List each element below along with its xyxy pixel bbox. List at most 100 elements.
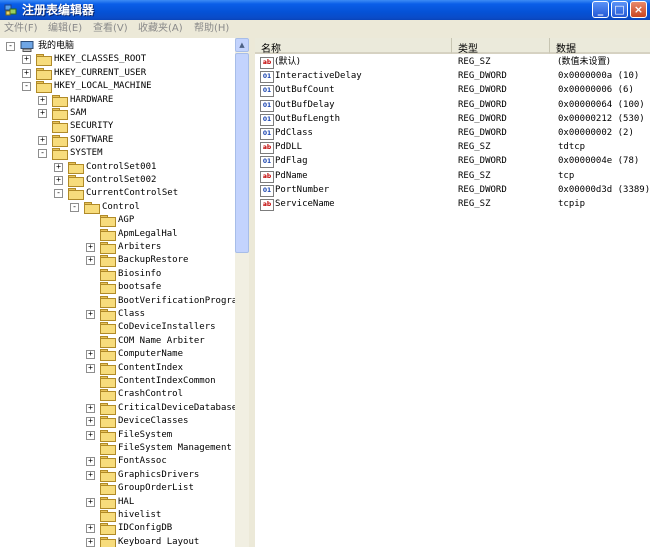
value-name: PdClass <box>275 128 313 138</box>
expand-icon[interactable]: + <box>22 55 31 65</box>
tree-node-label: Biosinfo <box>118 268 162 279</box>
value-row[interactable]: 01 OutBufDelay REG_DWORD 0x00000064 (100) <box>255 98 650 112</box>
tree-scrollbar[interactable]: ▲ <box>235 38 249 547</box>
value-name: OutBufLength <box>275 113 341 124</box>
values-list[interactable]: 名称 类型 数据 ab (默认) REG_SZ (数值未设置) 01 Interactiv… <box>255 38 650 547</box>
folder-icon <box>100 376 116 388</box>
expand-icon[interactable]: + <box>54 162 63 172</box>
collapse-icon[interactable]: - <box>6 42 15 51</box>
folder-icon <box>100 268 116 281</box>
expand-icon[interactable]: + <box>86 363 95 373</box>
folder-icon <box>100 242 116 254</box>
string-value-icon: ab <box>260 170 274 183</box>
folder-icon <box>100 523 116 536</box>
value-row[interactable]: 01 OutBufCount REG_DWORD 0x00000006 (6) <box>255 83 650 98</box>
value-data: 0x00000064 (100) <box>558 99 645 110</box>
folder-icon <box>100 402 116 415</box>
expand-icon[interactable]: + <box>86 256 95 266</box>
collapse-icon[interactable]: - <box>38 149 47 159</box>
column-header-name[interactable]: 名称 <box>255 38 452 55</box>
close-button[interactable]: × <box>630 1 647 18</box>
value-type: REG_DWORD <box>458 128 507 138</box>
folder-icon <box>100 429 116 442</box>
expand-icon[interactable]: + <box>54 176 63 185</box>
collapse-icon[interactable]: - <box>54 189 63 199</box>
scroll-up-arrow-icon[interactable]: ▲ <box>235 38 249 52</box>
tree-node-label: ContentIndexCommon <box>118 376 216 386</box>
folder-icon <box>100 228 116 241</box>
folder-icon <box>68 175 84 187</box>
tree-node-label: CrashControl <box>118 389 184 400</box>
expand-icon[interactable]: + <box>86 537 95 547</box>
tree-node-label: Arbiters <box>118 242 162 252</box>
maximize-button[interactable]: □ <box>611 1 628 18</box>
menu-favorites[interactable]: 收藏夹(A) <box>138 22 183 36</box>
folder-icon <box>100 510 116 522</box>
binary-value-icon: 01 <box>260 85 274 98</box>
expand-icon[interactable]: + <box>22 68 31 78</box>
tree-node-label: Control <box>102 201 140 212</box>
value-row[interactable]: ab (默认) REG_SZ (数值未设置) <box>255 55 650 69</box>
collapse-icon[interactable]: - <box>70 202 79 212</box>
value-row[interactable]: ab PdName REG_SZ tcp <box>255 169 650 183</box>
minimize-button[interactable]: _ <box>592 1 609 18</box>
menu-help[interactable]: 帮助(H) <box>194 22 229 36</box>
value-row[interactable]: ab ServiceName REG_SZ tcpip <box>255 197 650 211</box>
folder-icon <box>100 496 116 509</box>
expand-icon[interactable]: + <box>86 310 95 319</box>
tree-node-label: HARDWARE <box>70 94 114 105</box>
expand-icon[interactable]: + <box>38 135 47 145</box>
folder-icon <box>100 349 116 362</box>
menu-file[interactable]: 文件(F) <box>4 22 38 36</box>
value-row[interactable]: 01 PdFlag REG_DWORD 0x0000004e (78) <box>255 154 650 169</box>
expand-icon[interactable]: + <box>86 497 95 507</box>
tree-node-label: ComputerName <box>118 349 184 360</box>
folder-icon <box>100 536 116 547</box>
expand-icon[interactable]: + <box>86 430 95 440</box>
folder-icon <box>100 255 116 268</box>
tree-node-label: ControlSet002 <box>86 175 157 185</box>
folder-icon <box>68 188 84 201</box>
binary-value-icon: 01 <box>260 71 274 84</box>
value-name: OutBufCount <box>275 85 335 96</box>
expand-icon[interactable]: + <box>38 95 47 105</box>
tree-node-label: HAL <box>118 496 135 507</box>
tree-node-label: SOFTWARE <box>70 134 114 145</box>
expand-icon[interactable]: + <box>86 470 95 480</box>
tree-node-label: Keyboard Layout <box>118 536 200 547</box>
folder-icon <box>100 215 116 228</box>
expand-icon[interactable]: + <box>86 403 95 413</box>
menu-view[interactable]: 查看(V) <box>93 22 128 36</box>
value-type: REG_DWORD <box>458 71 507 82</box>
expand-icon[interactable]: + <box>38 109 47 118</box>
title-bar[interactable]: 注册表编辑器 _ □ × <box>0 0 650 20</box>
column-name-label: 名称 <box>261 44 281 55</box>
expand-icon[interactable]: + <box>86 243 95 252</box>
string-value-icon: ab <box>260 199 274 211</box>
folder-icon <box>68 161 84 174</box>
value-type: REG_SZ <box>458 199 491 209</box>
expand-icon[interactable]: + <box>86 457 95 467</box>
column-header-data[interactable]: 数据 <box>550 38 650 55</box>
tree-node-label: SECURITY <box>70 121 114 132</box>
expand-icon[interactable]: + <box>86 417 95 427</box>
folder-icon <box>100 282 116 295</box>
registry-tree[interactable]: - 我的电脑 + HKEY_CLASSES_ROOT + HKEY_CURRENT_USE… <box>0 38 235 547</box>
expand-icon[interactable]: + <box>86 524 95 534</box>
tree-node-label: FileSystem Management <box>118 443 232 453</box>
menu-edit[interactable]: 编辑(E) <box>48 22 82 36</box>
folder-icon <box>52 134 68 147</box>
value-row[interactable]: 01 PdClass REG_DWORD 0x00000002 (2) <box>255 126 650 140</box>
scroll-thumb[interactable] <box>235 53 249 253</box>
value-row[interactable]: 01 OutBufLength REG_DWORD 0x00000212 (530) <box>255 112 650 126</box>
folder-icon <box>100 295 116 308</box>
value-data: 0x00000212 (530) <box>558 113 645 124</box>
expand-icon[interactable]: + <box>86 350 95 360</box>
value-row[interactable]: 01 InteractiveDelay REG_DWORD 0x0000000a (1… <box>255 69 650 84</box>
value-row[interactable]: 01 PortNumber REG_DWORD 0x00000d3d (3389) <box>255 183 650 197</box>
value-row[interactable]: ab PdDLL REG_SZ tdtcp <box>255 140 650 155</box>
collapse-icon[interactable]: - <box>22 82 31 92</box>
column-header-type[interactable]: 类型 <box>452 38 550 55</box>
tree-node-label: IDConfigDB <box>118 523 173 534</box>
folder-icon <box>36 54 52 67</box>
